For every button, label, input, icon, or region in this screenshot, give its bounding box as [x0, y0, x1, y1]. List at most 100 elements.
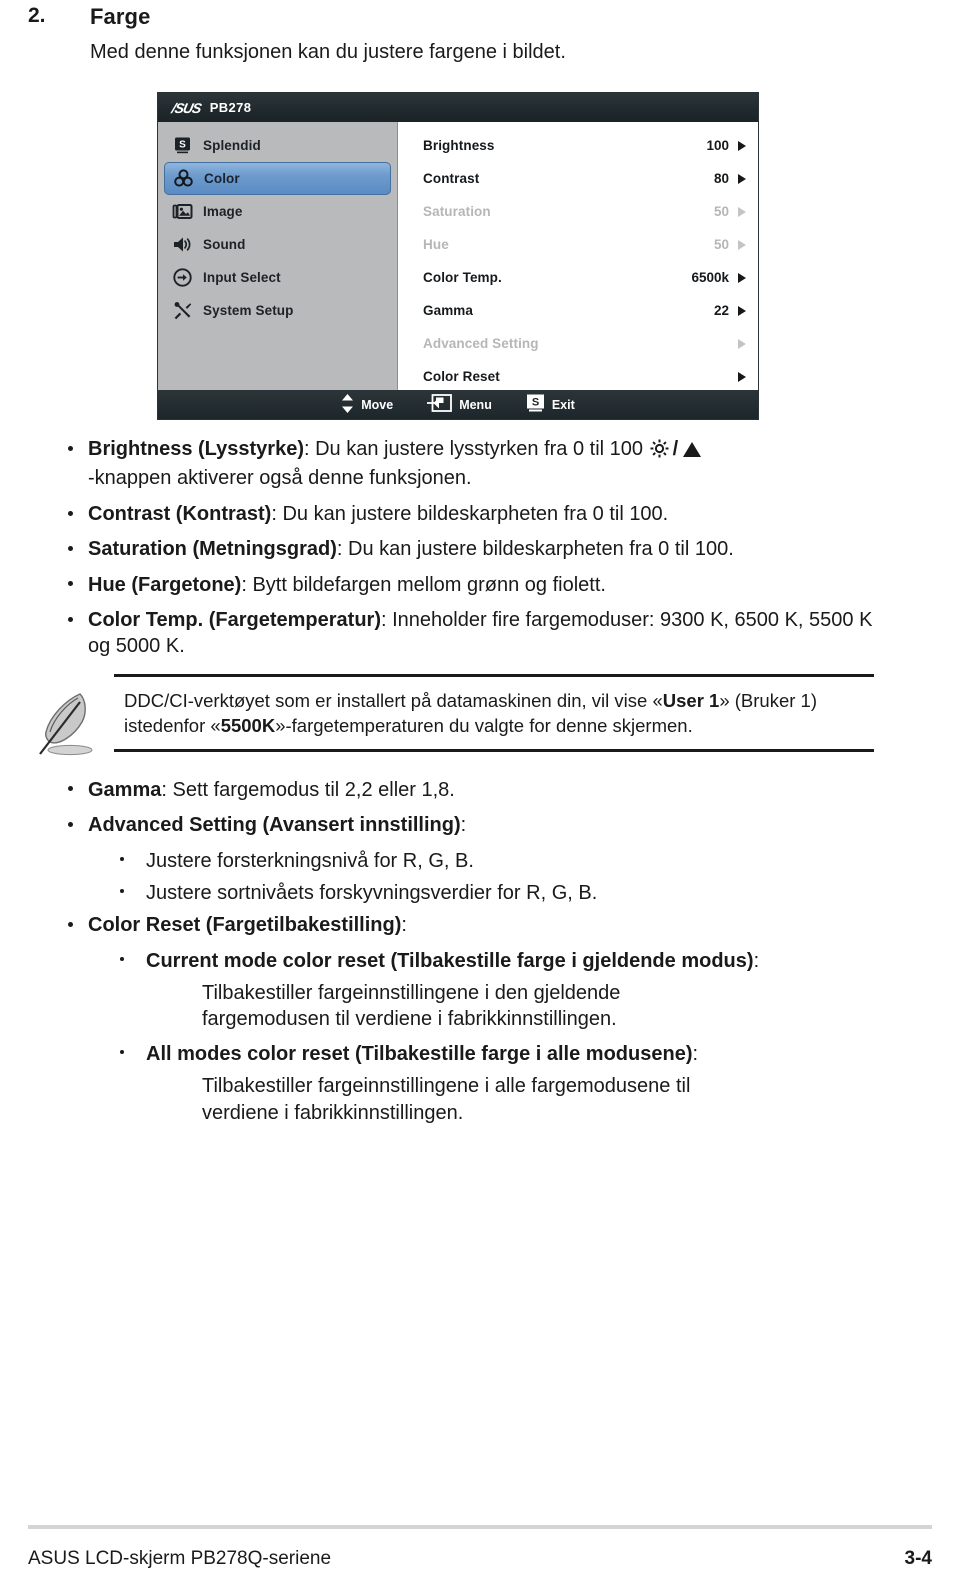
osd-footer-move[interactable]: Move: [341, 393, 393, 416]
sidebar-item-label: Color: [204, 171, 240, 186]
sidebar-item-splendid[interactable]: S Splendid: [164, 129, 391, 162]
osd-model-label: PB278: [209, 100, 252, 115]
bullet-body: : Du kan justere lysstyrken fra 0 til 10…: [304, 438, 649, 460]
bullet-text: Brightness (Lysstyrke): Du kan justere l…: [88, 436, 702, 492]
feather-pen-icon: [28, 674, 114, 765]
bullet-body: : Bytt bildefargen mellom grønn og fiole…: [241, 573, 606, 596]
osd-option-advanced-setting[interactable]: Advanced Setting: [398, 327, 758, 360]
note-text: DDC/CI-verktøyet som er installert på da…: [114, 677, 874, 749]
osd-option-saturation[interactable]: Saturation 50: [398, 195, 758, 228]
bullet-text: Saturation (Metningsgrad): Du kan juster…: [88, 536, 734, 562]
osd-footer-exit[interactable]: S Exit: [526, 394, 575, 415]
bullet-saturation: Saturation (Metningsgrad): Du kan juster…: [64, 536, 932, 562]
sub-bullet-text: Current mode color reset (Tilbakestille …: [146, 948, 759, 974]
sidebar-item-color[interactable]: Color: [164, 162, 391, 195]
option-value: 50: [713, 237, 729, 252]
bullet-term: Gamma: [88, 778, 162, 801]
osd-option-brightness[interactable]: Brightness 100: [398, 129, 758, 162]
color-icon: [173, 168, 194, 189]
sound-icon: [172, 234, 193, 255]
sidebar-item-label: System Setup: [203, 303, 294, 318]
bullet-text: Advanced Setting (Avansert innstilling):: [88, 812, 466, 838]
option-value: 80: [713, 171, 729, 186]
bullet-marker: [64, 436, 88, 492]
bullet-marker: [64, 607, 88, 660]
bullet-term: Color Reset (Fargetilbakestilling): [88, 914, 402, 937]
bullet-body: : Du kan justere bildeskarpheten fra 0 t…: [271, 502, 669, 525]
option-label: Color Temp.: [423, 270, 502, 285]
bullet-marker: [64, 912, 88, 938]
chevron-right-icon: [738, 173, 746, 184]
sub-bullet-gain: Justere forsterkningsnivå for R, G, B.: [64, 848, 932, 874]
bullet-term: Contrast (Kontrast): [88, 502, 272, 525]
note-content: DDC/CI-verktøyet som er installert på da…: [114, 673, 932, 765]
section-heading: 2. Farge: [28, 0, 932, 30]
chevron-right-icon: [738, 140, 746, 151]
bullet-brightness: Brightness (Lysstyrke): Du kan justere l…: [64, 436, 932, 492]
bullet-advanced-setting: Advanced Setting (Avansert innstilling):: [64, 812, 932, 838]
footer-document-title: ASUS LCD-skjerm PB278Q-seriene: [28, 1548, 332, 1569]
sidebar-item-label: Splendid: [203, 138, 261, 153]
asus-logo-icon: /SUS: [170, 99, 203, 116]
bullet-text: Color Reset (Fargetilbakestilling):: [88, 912, 407, 938]
bullet-body: : Du kan justere bildeskarpheten fra 0 t…: [336, 538, 734, 561]
chevron-right-icon: [738, 371, 746, 382]
bullet-body: : Sett fargemodus til 2,2 eller 1,8.: [161, 778, 455, 801]
input-select-icon: [172, 267, 193, 288]
chevron-right-icon: [738, 338, 746, 349]
bullet-body-2: -knappen aktiverer også denne funksjonen…: [88, 467, 472, 490]
note-bold-user1: User 1: [662, 689, 720, 711]
sub-bullet-text: All modes color reset (Tilbakestille far…: [146, 1041, 698, 1067]
sidebar-item-image[interactable]: Image: [164, 195, 391, 228]
chevron-right-icon: [738, 272, 746, 283]
color-reset-current-body: Tilbakestiller fargeinnstillingene i den…: [202, 982, 621, 1031]
bullet-gamma: Gamma: Sett fargemodus til 2,2 eller 1,8…: [64, 777, 932, 803]
osd-option-color-reset[interactable]: Color Reset: [398, 360, 758, 393]
option-label: Color Reset: [423, 369, 500, 384]
option-value: 50: [713, 204, 729, 219]
bullet-text: Gamma: Sett fargemodus til 2,2 eller 1,8…: [88, 777, 455, 803]
sub-bullet-text: Justere sortnivåets forskyvningsverdier …: [146, 881, 598, 904]
svg-text:S: S: [532, 397, 539, 409]
sub-bullet-term: Current mode color reset (Tilbakestille …: [146, 949, 754, 972]
sub-bullet-all-modes-reset: All modes color reset (Tilbakestille far…: [64, 1041, 932, 1067]
sub-bullet-marker: [120, 880, 146, 906]
bullet-color-temp: Color Temp. (Fargetemperatur): Inneholde…: [64, 607, 932, 660]
note-part-3: »-fargetemperaturen du valgte for denne …: [275, 715, 693, 737]
osd-option-hue[interactable]: Hue 50: [398, 228, 758, 261]
option-value: 6500k: [691, 270, 729, 285]
osd-figure: /SUS PB278 S Splendid Color Image Sound …: [157, 92, 759, 420]
osd-footer-menu[interactable]: Menu: [427, 394, 492, 415]
sidebar-item-sound[interactable]: Sound: [164, 228, 391, 261]
sidebar-item-system-setup[interactable]: System Setup: [164, 294, 391, 327]
system-setup-icon: [172, 300, 193, 321]
sidebar-item-input-select[interactable]: Input Select: [164, 261, 391, 294]
bullet-text: Color Temp. (Fargetemperatur): Inneholde…: [88, 607, 878, 660]
bullet-term: Saturation (Metningsgrad): [88, 538, 337, 561]
bullet-list: Brightness (Lysstyrke): Du kan justere l…: [28, 436, 932, 660]
bullet-hue: Hue (Fargetone): Bytt bildefargen mellom…: [64, 572, 932, 598]
footer-row: ASUS LCD-skjerm PB278Q-seriene 3-4: [28, 1548, 932, 1570]
svg-text:S: S: [179, 140, 186, 151]
option-value: 22: [713, 303, 729, 318]
footer-divider: [28, 1525, 932, 1529]
color-reset-all-body: Tilbakestiller fargeinnstillingene i all…: [202, 1075, 691, 1124]
osd-option-color-temp[interactable]: Color Temp. 6500k: [398, 261, 758, 294]
osd-option-contrast[interactable]: Contrast 80: [398, 162, 758, 195]
osd-option-gamma[interactable]: Gamma 22: [398, 294, 758, 327]
page: 2. Farge Med denne funksjonen kan du jus…: [0, 0, 960, 1588]
osd-menu: /SUS PB278 S Splendid Color Image Sound …: [157, 92, 759, 420]
image-icon: [172, 201, 193, 222]
bullet-list-2: Gamma: Sett fargemodus til 2,2 eller 1,8…: [28, 777, 932, 1126]
bullet-color-reset: Color Reset (Fargetilbakestilling):: [64, 912, 932, 938]
bullet-marker: [64, 572, 88, 598]
bullet-marker: [64, 812, 88, 838]
bullet-term: Brightness (Lysstyrke): [88, 438, 304, 460]
page-footer: ASUS LCD-skjerm PB278Q-seriene 3-4: [0, 1525, 960, 1570]
chevron-right-icon: [738, 305, 746, 316]
splendid-icon: S: [172, 135, 193, 156]
bullet-body: :: [460, 814, 467, 837]
brightness-sun-icon: [650, 439, 669, 465]
up-down-arrows-icon: [341, 393, 354, 416]
sub-bullet-black-level: Justere sortnivåets forskyvningsverdier …: [64, 880, 932, 906]
